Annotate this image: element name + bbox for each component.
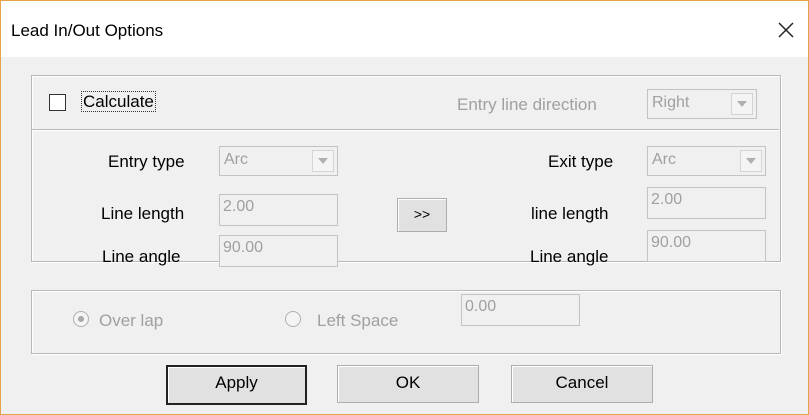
chevron-down-icon <box>318 158 328 164</box>
exit-line-length-value: 2.00 <box>651 191 683 208</box>
calculate-checkbox[interactable] <box>49 94 66 111</box>
overlap-label: Over lap <box>99 311 164 330</box>
exit-type-dropdown-button[interactable] <box>740 150 762 172</box>
exit-line-angle-label: Line angle <box>530 247 609 266</box>
entry-type-select[interactable]: Arc <box>219 146 338 176</box>
entry-direction-label: Entry line direction <box>457 95 597 114</box>
overlap-radio[interactable] <box>73 311 89 327</box>
copy-entry-to-exit-button[interactable]: >> <box>397 198 447 232</box>
exit-type-select[interactable]: Arc <box>647 146 766 176</box>
close-button[interactable] <box>771 15 801 45</box>
exit-type-value: Arc <box>652 151 676 168</box>
calculate-label-text: Calculate <box>81 91 156 112</box>
exit-line-length-label: line length <box>531 204 609 223</box>
entry-line-length-label: Line length <box>101 204 185 223</box>
left-space-input[interactable]: 0.00 <box>461 294 580 326</box>
entry-line-length-value: 2.00 <box>223 198 255 215</box>
left-space-value: 0.00 <box>465 298 497 315</box>
ok-button[interactable]: OK <box>337 365 479 403</box>
calculate-label[interactable]: Calculate <box>81 91 156 112</box>
entry-type-value: Arc <box>224 151 248 168</box>
entry-direction-dropdown-button[interactable] <box>731 93 753 115</box>
entry-type-dropdown-button[interactable] <box>312 150 334 172</box>
exit-line-length-input[interactable]: 2.00 <box>647 187 766 219</box>
window-title: Lead In/Out Options <box>11 21 164 40</box>
left-space-radio[interactable] <box>285 311 301 327</box>
title-bar: Lead In/Out Options <box>1 1 808 57</box>
entry-line-angle-input[interactable]: 90.00 <box>219 235 338 267</box>
chevron-down-icon <box>746 158 756 164</box>
entry-line-angle-value: 90.00 <box>223 239 264 256</box>
entry-line-length-input[interactable]: 2.00 <box>219 194 338 226</box>
entry-type-label: Entry type <box>108 152 185 171</box>
exit-line-angle-value: 90.00 <box>651 234 692 251</box>
entry-line-angle-label: Line angle <box>102 247 181 266</box>
cancel-button[interactable]: Cancel <box>511 365 653 403</box>
close-icon <box>778 22 794 38</box>
exit-line-angle-input[interactable]: 90.00 <box>647 230 766 262</box>
entry-direction-select[interactable]: Right <box>647 89 757 119</box>
apply-button[interactable]: Apply <box>166 365 307 405</box>
exit-type-label: Exit type <box>548 152 614 171</box>
radio-selected-dot <box>78 316 84 322</box>
divider <box>32 129 779 130</box>
left-space-label: Left Space <box>317 311 399 330</box>
entry-direction-value: Right <box>652 94 690 111</box>
lead-in-out-dialog: Lead In/Out Options Calculate Entry line… <box>0 0 809 415</box>
chevron-down-icon <box>737 101 747 107</box>
